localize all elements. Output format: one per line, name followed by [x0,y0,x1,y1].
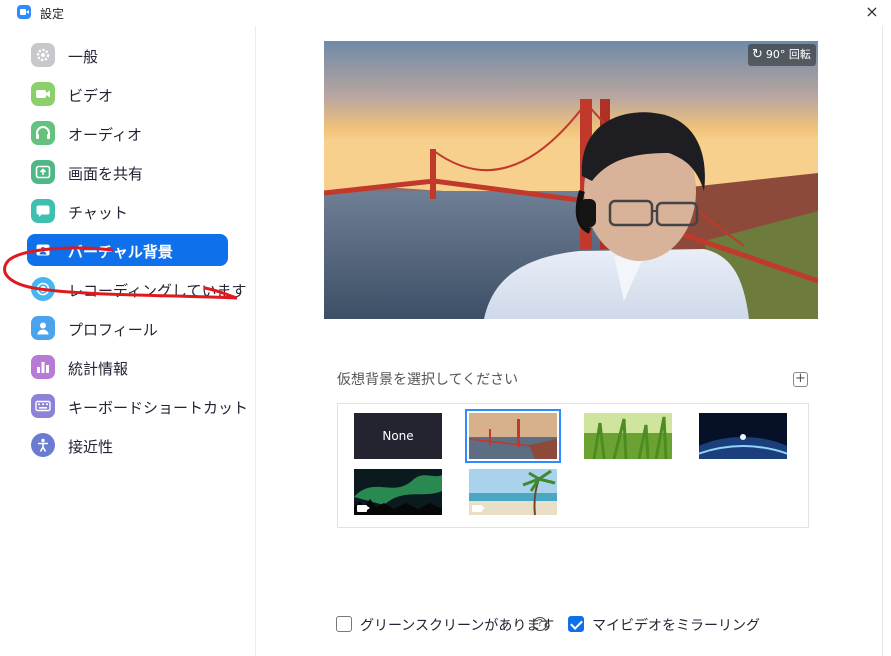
accessibility-icon [31,433,55,457]
background-thumb-aurora[interactable] [354,469,442,515]
video-preview [324,41,818,319]
video-camera-icon [31,82,55,106]
headphones-icon [31,121,55,145]
green-screen-checkbox[interactable] [336,616,352,632]
background-thumb-beach[interactable] [469,469,557,515]
chat-bubble-icon [31,199,55,223]
sidebar-item-label: 接近性 [68,438,114,456]
video-background-icon [472,505,485,512]
background-thumb-none[interactable]: None [354,413,442,459]
background-thumb-earth[interactable] [699,413,787,459]
mirror-video-checkbox[interactable] [568,616,584,632]
window-title: 設定 [40,7,65,21]
rotate-video-button[interactable]: ↻ 90° 回転 [748,44,816,66]
sidebar-item-recording[interactable]: レコーディングしています [27,273,247,305]
sidebar-item-audio[interactable]: オーディオ [27,117,228,149]
sidebar-item-profile[interactable]: プロフィール [27,312,228,344]
settings-sidebar: 一般 ビデオ オーディオ 画面を共有 チャット バーチャル背景 レコーディングし… [0,26,256,656]
background-gallery: None [337,403,809,528]
zoom-app-icon [17,5,31,19]
record-icon [31,277,55,301]
sidebar-item-statistics[interactable]: 統計情報 [27,351,228,383]
rotate-icon: ↻ [752,47,763,62]
sidebar-item-label: 一般 [68,48,99,66]
keyboard-icon [31,394,55,418]
sidebar-item-label: オーディオ [68,126,142,144]
background-thumb-grass[interactable] [584,413,672,459]
statistics-icon [31,355,55,379]
gear-icon [31,43,55,67]
sidebar-item-virtual-background[interactable]: バーチャル背景 [27,234,228,266]
green-screen-option[interactable]: グリーンスクリーンがあります [336,614,554,634]
sidebar-item-chat[interactable]: チャット [27,195,228,227]
sidebar-item-label: チャット [68,204,128,222]
sidebar-item-keyboard-shortcuts[interactable]: キーボードショートカット [27,390,248,422]
sidebar-item-label: キーボードショートカット [68,399,249,417]
add-background-button[interactable]: + [793,372,808,387]
mirror-video-option[interactable]: マイビデオをミラーリング [568,614,760,634]
green-screen-label: グリーンスクリーンがあります [360,618,555,634]
sidebar-item-label: 画面を共有 [68,165,144,183]
help-icon[interactable]: ? [533,617,547,631]
sidebar-item-label: バーチャル背景 [68,243,173,261]
sidebar-item-accessibility[interactable]: 接近性 [27,429,228,461]
sidebar-item-label: 統計情報 [68,360,129,378]
profile-icon [31,316,55,340]
mirror-video-label: マイビデオをミラーリング [592,618,760,634]
share-screen-icon [31,160,55,184]
title-bar: 設定 × [0,0,891,26]
video-background-icon [357,505,370,512]
sidebar-item-label: ビデオ [68,87,114,105]
close-button[interactable]: × [858,1,886,23]
sidebar-item-video[interactable]: ビデオ [27,78,228,110]
background-thumb-golden-gate[interactable] [465,409,561,463]
window-divider [882,26,883,656]
sidebar-item-label: プロフィール [68,321,158,339]
background-heading: 仮想背景を選択してください [337,372,519,388]
sidebar-item-share-screen[interactable]: 画面を共有 [27,156,228,188]
sidebar-item-general[interactable]: 一般 [27,39,228,71]
virtual-background-icon [31,238,55,262]
sidebar-item-label: レコーディングしています [68,282,247,300]
